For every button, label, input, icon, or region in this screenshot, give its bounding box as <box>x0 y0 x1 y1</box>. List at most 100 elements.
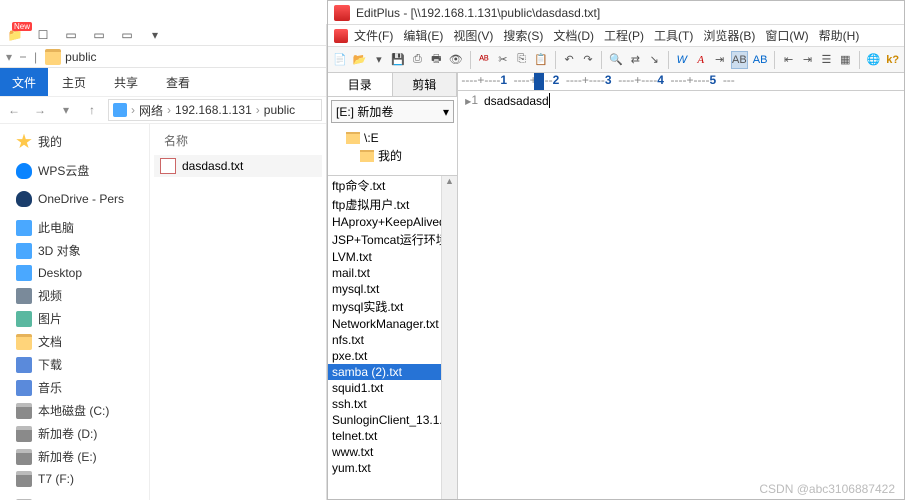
delete-icon[interactable]: ▭ <box>118 26 136 44</box>
sidebar-file-item[interactable]: nfs.txt <box>328 332 457 348</box>
abc-check-icon[interactable]: ᴬᴮ <box>477 51 492 69</box>
tree-wps-cloud[interactable]: WPS云盘 <box>2 159 147 182</box>
forward-button[interactable]: → <box>30 103 50 117</box>
goto-icon[interactable]: ↘ <box>647 51 662 69</box>
text-content[interactable]: dsadsadasd <box>482 91 904 499</box>
file-row[interactable]: dasdasd.txt <box>154 155 322 177</box>
tree-quick-access[interactable]: 我的 <box>2 130 147 153</box>
window-icon[interactable]: ▦ <box>838 51 853 69</box>
word-wrap-icon[interactable]: W <box>674 51 689 69</box>
print-icon[interactable]: 🖶 <box>429 51 444 69</box>
breadcrumb-seg-network[interactable]: 网络 <box>139 102 163 119</box>
sidebar-file-item[interactable]: JSP+Tomcat运行环境 <box>328 230 457 249</box>
explorer-file-list[interactable]: 名称 dasdasd.txt <box>150 124 326 500</box>
pin-icon[interactable]: ⎯ <box>20 49 26 64</box>
breadcrumb[interactable]: › 网络 › 192.168.1.131 › public <box>108 99 322 121</box>
sidebar-file-item[interactable]: SunloginClient_13.1.0 <box>328 412 457 428</box>
drive-selector[interactable]: [E:] 新加卷 ▾ <box>331 100 454 123</box>
recent-dropdown[interactable]: ▾ <box>56 103 76 117</box>
ab-icon[interactable]: AB <box>752 51 769 69</box>
sidebar-file-item[interactable]: mail.txt <box>328 265 457 281</box>
ribbon-tab-share[interactable]: 共享 <box>100 68 152 96</box>
editplus-title-bar[interactable]: EditPlus - [\\192.168.1.131\public\dasda… <box>328 1 904 25</box>
text-area[interactable]: ▶1 dsadsadasd <box>458 91 904 499</box>
redo-icon[interactable]: ↷ <box>581 51 596 69</box>
menu-file[interactable]: 文件(F) <box>350 27 397 44</box>
ribbon-tab-home[interactable]: 主页 <box>48 68 100 96</box>
font-a-icon[interactable]: A <box>693 51 708 69</box>
new-folder-icon[interactable]: 📁New <box>6 26 24 44</box>
menu-document[interactable]: 文档(D) <box>549 27 598 44</box>
menu-project[interactable]: 工程(P) <box>600 27 648 44</box>
sidebar-file-item[interactable]: HAproxy+KeepAlived <box>328 214 457 230</box>
ribbon-tab-view[interactable]: 查看 <box>152 68 204 96</box>
sidebar-file-item[interactable]: samba (2).txt <box>328 364 457 380</box>
more-icon[interactable]: ▾ <box>146 26 164 44</box>
up-button[interactable]: ↑ <box>82 103 102 117</box>
sidebar-tab-directory[interactable]: 目录 <box>328 73 393 96</box>
scrollbar[interactable] <box>441 176 457 499</box>
dir-root[interactable]: \:E <box>346 130 453 146</box>
preview-icon[interactable]: 👁 <box>448 51 464 69</box>
sidebar-file-item[interactable]: pxe.txt <box>328 348 457 364</box>
dropdown-icon[interactable]: ▾ <box>371 51 386 69</box>
open-file-icon[interactable]: 📂 <box>352 51 368 69</box>
explorer-tree[interactable]: 我的 WPS云盘 OneDrive - Pers 此电脑 3D 对象 Deskt… <box>0 124 150 500</box>
cut-icon[interactable]: ✂ <box>495 51 510 69</box>
menu-help[interactable]: 帮助(H) <box>815 27 864 44</box>
tree-documents[interactable]: 文档 <box>2 330 147 353</box>
replace-icon[interactable]: ⇄ <box>628 51 643 69</box>
sidebar-file-list[interactable]: ftp命令.txtftp虚拟用户.txtHAproxy+KeepAlivedJS… <box>328 175 457 499</box>
open-icon[interactable]: ▭ <box>62 26 80 44</box>
ribbon-tab-file[interactable]: 文件 <box>0 68 48 96</box>
column-header-name[interactable]: 名称 <box>154 130 322 155</box>
tree-onedrive[interactable]: OneDrive - Pers <box>2 188 147 210</box>
save-all-icon[interactable]: ⎙ <box>410 51 425 69</box>
back-button[interactable]: ← <box>4 103 24 117</box>
ab-block-icon[interactable]: AB <box>731 51 748 69</box>
tree-3d-objects[interactable]: 3D 对象 <box>2 239 147 262</box>
menu-tools[interactable]: 工具(T) <box>650 27 697 44</box>
help-icon[interactable]: k? <box>885 51 900 69</box>
sidebar-file-item[interactable]: ftp虚拟用户.txt <box>328 195 457 214</box>
sidebar-file-item[interactable]: mysql.txt <box>328 281 457 297</box>
menu-edit[interactable]: 编辑(E) <box>399 27 447 44</box>
paste-icon[interactable]: 📋 <box>533 51 549 69</box>
tree-newvol-d[interactable]: 新加卷 (D:) <box>2 422 147 445</box>
properties-icon[interactable]: ☐ <box>34 26 52 44</box>
tree-desktop[interactable]: Desktop <box>2 262 147 284</box>
list-icon[interactable]: ☰ <box>819 51 834 69</box>
sidebar-file-item[interactable]: yum.txt <box>328 460 457 476</box>
new-file-icon[interactable]: 📄 <box>332 51 348 69</box>
dir-sub[interactable]: 我的 <box>346 146 453 165</box>
sidebar-file-item[interactable]: ssh.txt <box>328 396 457 412</box>
menu-view[interactable]: 视图(V) <box>449 27 497 44</box>
sidebar-file-item[interactable]: www.txt <box>328 444 457 460</box>
tab-icon[interactable]: ⇥ <box>712 51 727 69</box>
menu-window[interactable]: 窗口(W) <box>761 27 812 44</box>
tree-t7-f[interactable]: T7 (F:) <box>2 468 147 490</box>
tree-music[interactable]: 音乐 <box>2 376 147 399</box>
sidebar-file-item[interactable]: squid1.txt <box>328 380 457 396</box>
menu-browser[interactable]: 浏览器(B) <box>699 27 759 44</box>
sidebar-file-item[interactable]: LVM.txt <box>328 249 457 265</box>
tree-newvol-e[interactable]: 新加卷 (E:) <box>2 445 147 468</box>
tree-t7-f-2[interactable]: T7 (F:) <box>2 496 147 500</box>
breadcrumb-seg-folder[interactable]: public <box>264 103 295 117</box>
sidebar-file-item[interactable]: mysql实践.txt <box>328 297 457 316</box>
directory-tree[interactable]: \:E 我的 <box>328 126 457 169</box>
nav-down-icon[interactable]: ▾ <box>6 50 12 64</box>
find-icon[interactable]: 🔍 <box>608 51 624 69</box>
indent-right-icon[interactable]: ⇥ <box>800 51 815 69</box>
breadcrumb-seg-host[interactable]: 192.168.1.131 <box>175 103 252 117</box>
copy-icon[interactable]: ⎘ <box>514 51 529 69</box>
indent-left-icon[interactable]: ⇤ <box>781 51 796 69</box>
tree-downloads[interactable]: 下载 <box>2 353 147 376</box>
save-icon[interactable]: 💾 <box>390 51 406 69</box>
sidebar-file-item[interactable]: NetworkManager.txt <box>328 316 457 332</box>
browser-icon[interactable]: 🌐 <box>866 51 882 69</box>
sidebar-file-item[interactable]: telnet.txt <box>328 428 457 444</box>
sidebar-file-item[interactable]: ftp命令.txt <box>328 176 457 195</box>
sidebar-tab-clip[interactable]: 剪辑 <box>393 73 458 96</box>
rename-icon[interactable]: ▭ <box>90 26 108 44</box>
